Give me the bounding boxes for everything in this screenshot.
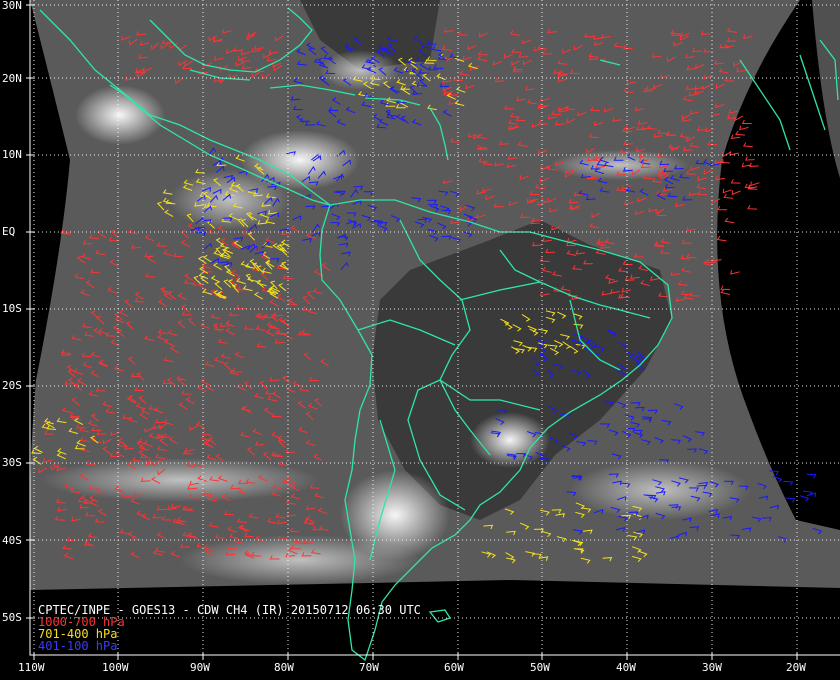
lat-label-10S: 10S (2, 302, 22, 315)
wind-barb (730, 179, 741, 184)
lat-label-10N: 10N (2, 148, 22, 161)
lon-label-40W: 40W (616, 661, 636, 674)
wind-barb (716, 235, 727, 242)
wind-barb (717, 205, 728, 211)
wind-barb (735, 130, 745, 136)
legend-upper-level: 401-100 hPa (38, 639, 118, 653)
lon-label-70W: 70W (359, 661, 379, 674)
lon-label-50W: 50W (530, 661, 550, 674)
lon-label-90W: 90W (190, 661, 210, 674)
wind-barb (731, 190, 741, 196)
lat-label-40S: 40S (2, 534, 22, 547)
wind-barb (747, 204, 758, 210)
wind-barb (785, 497, 796, 503)
lat-label-20N: 20N (2, 72, 22, 85)
lat-label-30N: 30N (2, 0, 22, 12)
wind-barb (724, 217, 735, 224)
lon-label-20W: 20W (786, 661, 806, 674)
lon-label-30W: 30W (702, 661, 722, 674)
wind-barb (730, 134, 741, 140)
lon-label-80W: 80W (274, 661, 294, 674)
wind-barb (720, 285, 731, 290)
satellite-wind-map (26, 0, 840, 662)
wind-barb (730, 270, 740, 275)
wind-barb (742, 142, 753, 148)
lon-label-110W: 110W (18, 661, 45, 674)
wind-barb (806, 473, 817, 479)
wind-barb (720, 289, 731, 295)
lat-label-EQ: EQ (2, 225, 16, 238)
lat-label-20S: 20S (2, 379, 22, 392)
wind-barb (739, 125, 749, 131)
wind-barb (750, 181, 760, 187)
lat-label-50S: 50S (2, 611, 22, 624)
wind-barb (748, 162, 759, 167)
wind-barb (744, 156, 755, 161)
lon-label-100W: 100W (102, 661, 129, 674)
wind-barb (722, 188, 732, 194)
caption-block: CPTEC/INPE - GOES13 - CDW CH4 (IR) 20150… (38, 604, 421, 652)
wind-barb (783, 480, 794, 486)
wind-barb (741, 119, 752, 124)
wind-barb (799, 495, 810, 502)
lon-label-60W: 60W (444, 661, 464, 674)
lat-label-30S: 30S (2, 456, 22, 469)
